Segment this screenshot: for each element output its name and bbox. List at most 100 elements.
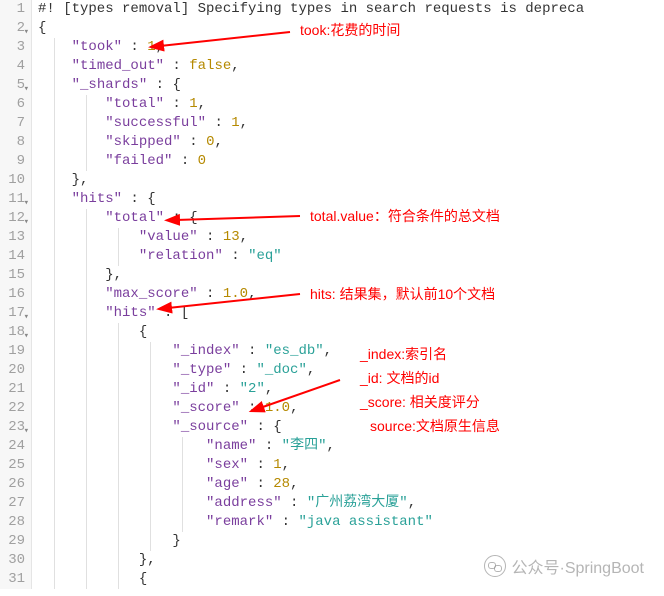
token-key: "_index" bbox=[172, 343, 239, 359]
token-punc: : bbox=[248, 457, 273, 473]
token-key: "remark" bbox=[206, 514, 273, 530]
code-line: "hits" : { bbox=[38, 190, 664, 209]
token-punc: : bbox=[122, 39, 147, 55]
line-number: 21 bbox=[0, 380, 25, 399]
token-num: 1 bbox=[147, 39, 155, 55]
token-key: "skipped" bbox=[105, 134, 181, 150]
line-number: 27 bbox=[0, 494, 25, 513]
token-punc: #! [types removal] Specifying types in s… bbox=[38, 1, 584, 17]
line-number: 20 bbox=[0, 361, 25, 380]
token-key: "name" bbox=[206, 438, 256, 454]
token-num: 1.0 bbox=[265, 400, 290, 416]
line-number: 1 bbox=[0, 0, 25, 19]
code-line: "relation" : "eq" bbox=[38, 247, 664, 266]
code-line: "address" : "广州荔湾大厦", bbox=[38, 494, 664, 513]
token-num: 28 bbox=[273, 476, 290, 492]
code-line: "_score" : 1.0, bbox=[38, 399, 664, 418]
line-number: 31 bbox=[0, 570, 25, 589]
token-punc: , bbox=[290, 400, 298, 416]
code-line: "_source" : { bbox=[38, 418, 664, 437]
code-line: "name" : "李四", bbox=[38, 437, 664, 456]
watermark-text: 公众号·SpringBoot bbox=[512, 554, 645, 578]
token-num: 1 bbox=[273, 457, 281, 473]
token-str: "java assistant" bbox=[298, 514, 432, 530]
token-key: "hits" bbox=[105, 305, 155, 321]
token-key: "address" bbox=[206, 495, 282, 511]
code-content: #! [types removal] Specifying types in s… bbox=[32, 0, 664, 589]
line-number: 29 bbox=[0, 532, 25, 551]
line-number: 5▾ bbox=[0, 76, 25, 95]
token-punc: : bbox=[198, 286, 223, 302]
token-key: "took" bbox=[72, 39, 122, 55]
token-punc: : bbox=[282, 495, 307, 511]
token-punc: { bbox=[38, 20, 46, 36]
code-line: "_shards" : { bbox=[38, 76, 664, 95]
token-str: "es_db" bbox=[265, 343, 324, 359]
token-key: "failed" bbox=[105, 153, 172, 169]
line-number: 11▾ bbox=[0, 190, 25, 209]
token-punc: } bbox=[172, 533, 180, 549]
token-punc: : bbox=[198, 229, 223, 245]
token-punc: : bbox=[223, 248, 248, 264]
token-num: 13 bbox=[223, 229, 240, 245]
code-line: "successful" : 1, bbox=[38, 114, 664, 133]
line-number: 14 bbox=[0, 247, 25, 266]
token-num: 0 bbox=[198, 153, 206, 169]
token-punc: }, bbox=[105, 267, 122, 283]
token-punc: , bbox=[240, 115, 248, 131]
token-punc: : bbox=[273, 514, 298, 530]
token-punc: , bbox=[248, 286, 256, 302]
line-number: 16 bbox=[0, 285, 25, 304]
token-punc: : bbox=[172, 153, 197, 169]
token-bool: false bbox=[189, 58, 231, 74]
code-line: { bbox=[38, 323, 664, 342]
token-key: "max_score" bbox=[105, 286, 197, 302]
token-str: "2" bbox=[240, 381, 265, 397]
code-line: "_id" : "2", bbox=[38, 380, 664, 399]
token-key: "_type" bbox=[172, 362, 231, 378]
token-key: "relation" bbox=[139, 248, 223, 264]
line-number: 10 bbox=[0, 171, 25, 190]
token-key: "total" bbox=[105, 96, 164, 112]
line-number: 3 bbox=[0, 38, 25, 57]
line-number: 17▾ bbox=[0, 304, 25, 323]
token-str: "eq" bbox=[248, 248, 282, 264]
code-line: "_type" : "_doc", bbox=[38, 361, 664, 380]
token-num: 1 bbox=[231, 115, 239, 131]
line-number: 9 bbox=[0, 152, 25, 171]
token-punc: : bbox=[256, 438, 281, 454]
line-number: 7 bbox=[0, 114, 25, 133]
code-line: "sex" : 1, bbox=[38, 456, 664, 475]
token-punc: : { bbox=[164, 210, 198, 226]
token-punc: : { bbox=[248, 419, 282, 435]
token-punc: : bbox=[181, 134, 206, 150]
token-punc: , bbox=[156, 39, 164, 55]
line-number: 30 bbox=[0, 551, 25, 570]
code-line: #! [types removal] Specifying types in s… bbox=[38, 0, 664, 19]
line-number: 12▾ bbox=[0, 209, 25, 228]
line-number: 23▾ bbox=[0, 418, 25, 437]
code-line: } bbox=[38, 532, 664, 551]
code-line: { bbox=[38, 19, 664, 38]
wechat-icon bbox=[484, 555, 506, 577]
token-punc: : bbox=[214, 381, 239, 397]
line-number: 24 bbox=[0, 437, 25, 456]
token-punc: , bbox=[231, 58, 239, 74]
code-line: "failed" : 0 bbox=[38, 152, 664, 171]
code-line: "max_score" : 1.0, bbox=[38, 285, 664, 304]
token-str: "李四" bbox=[282, 438, 327, 454]
token-key: "_shards" bbox=[72, 77, 148, 93]
code-line: }, bbox=[38, 266, 664, 285]
token-punc: : bbox=[206, 115, 231, 131]
token-punc: { bbox=[139, 324, 147, 340]
token-key: "age" bbox=[206, 476, 248, 492]
code-line: "remark" : "java assistant" bbox=[38, 513, 664, 532]
token-punc: : bbox=[240, 400, 265, 416]
token-punc: , bbox=[240, 229, 248, 245]
token-punc: : bbox=[164, 58, 189, 74]
token-punc: : bbox=[231, 362, 256, 378]
line-number: 25 bbox=[0, 456, 25, 475]
code-editor: 12▾345▾67891011▾12▾1314151617▾18▾1920212… bbox=[0, 0, 664, 589]
watermark: 公众号·SpringBoot bbox=[484, 554, 645, 578]
token-punc: : { bbox=[122, 191, 156, 207]
